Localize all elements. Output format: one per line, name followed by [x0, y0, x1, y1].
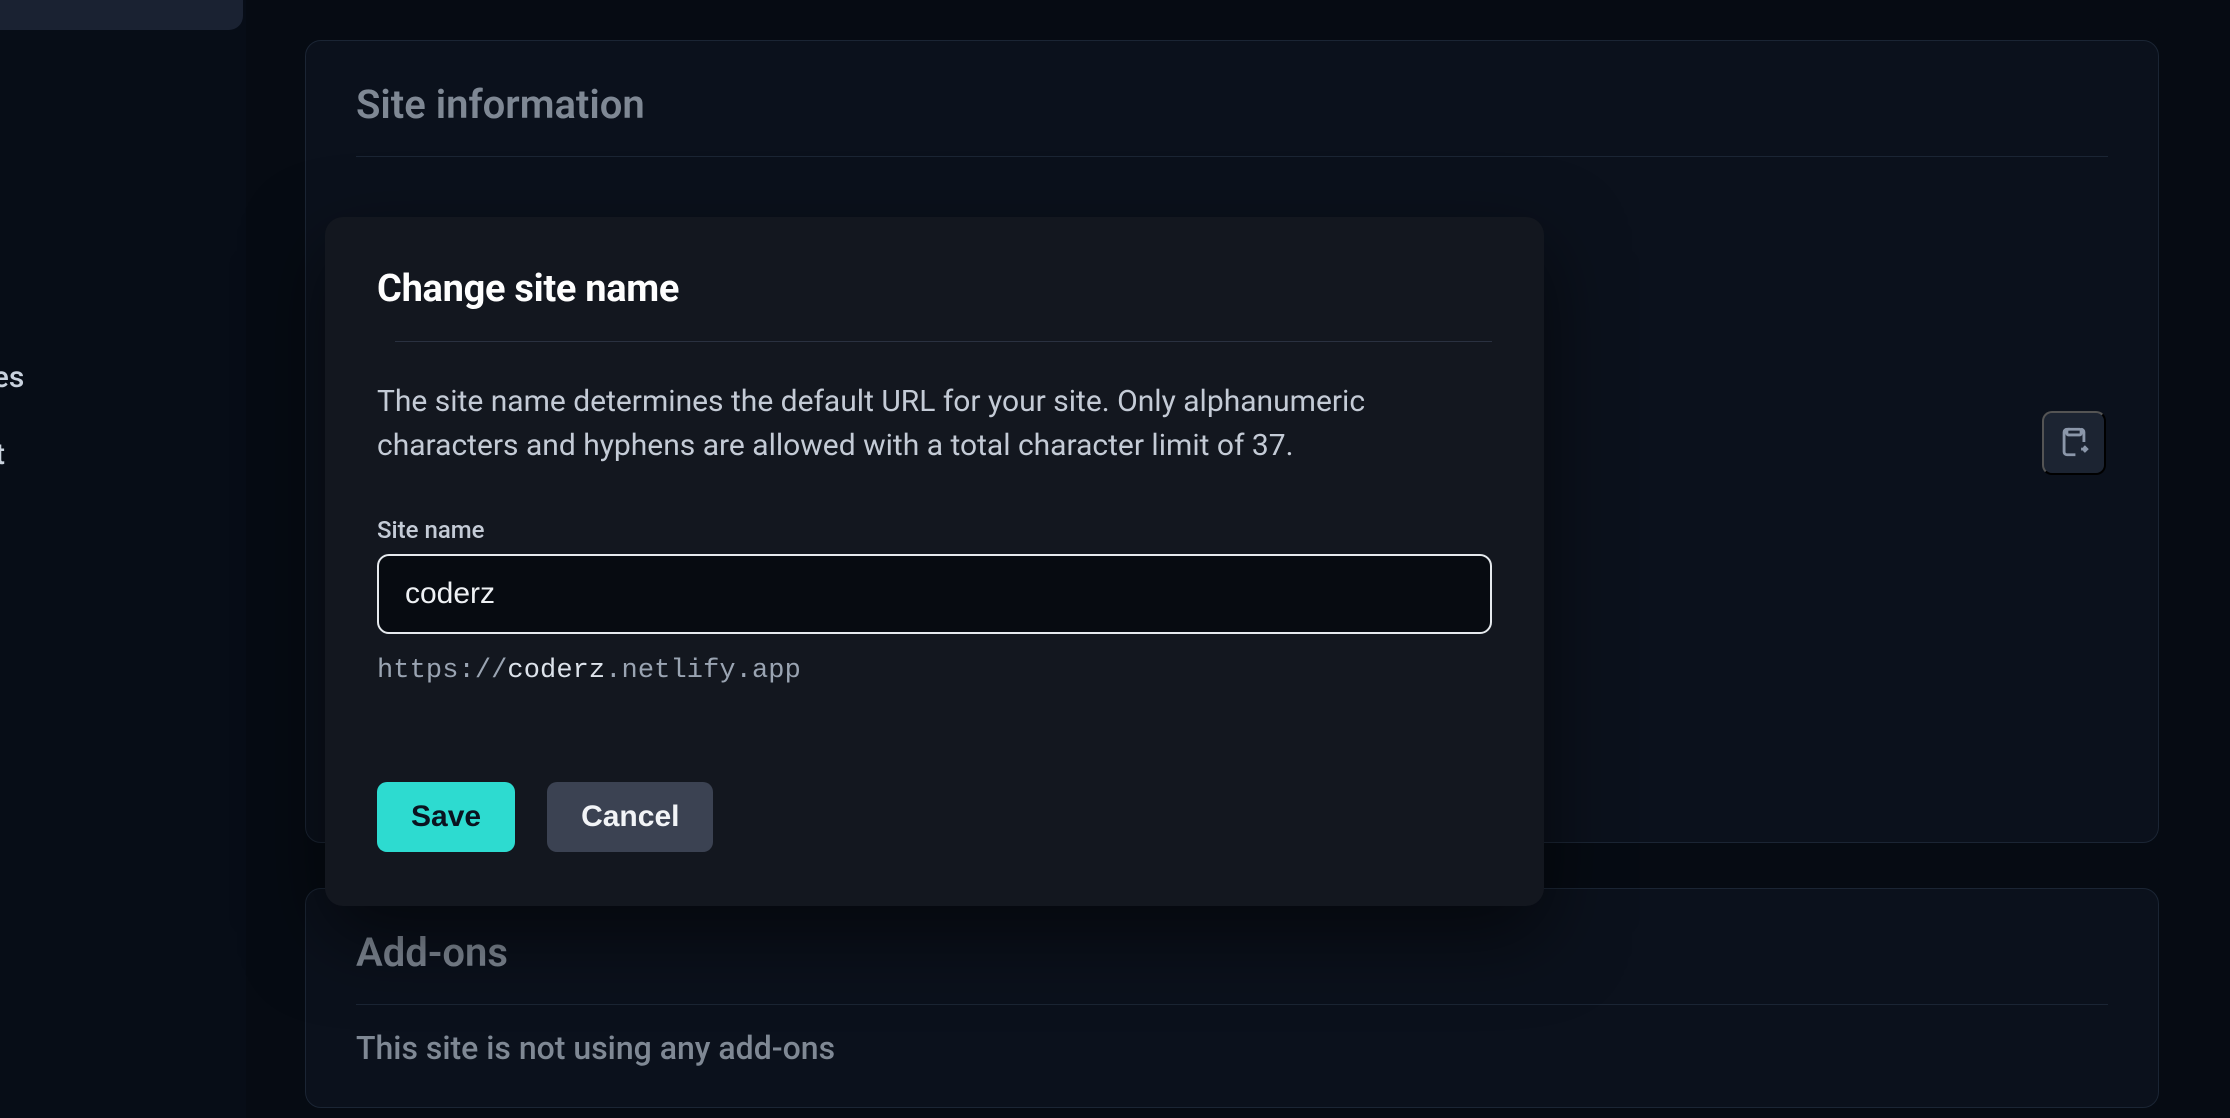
- sidebar-item-partial-3[interactable]: gement: [0, 420, 246, 489]
- sidebar-spacer: [0, 161, 246, 343]
- sidebar-item-partial-2[interactable]: variables: [0, 343, 246, 412]
- addons-empty-text: This site is not using any add-ons: [356, 1029, 2108, 1067]
- dialog-title: Change site name: [377, 267, 1492, 341]
- url-suffix: .netlify.app: [605, 656, 801, 686]
- addons-section: Add-ons This site is not using any add-o…: [305, 888, 2159, 1108]
- sidebar-item-partial-1[interactable]: s: [0, 92, 246, 161]
- clipboard-import-icon: [2057, 425, 2091, 462]
- save-button[interactable]: Save: [377, 782, 515, 852]
- site-name-input[interactable]: [377, 554, 1492, 634]
- section-title-addons: Add-ons: [356, 929, 2108, 1005]
- url-prefix: https://: [377, 656, 507, 686]
- settings-sidebar: s variables gement: [0, 0, 246, 1118]
- site-name-label: Site name: [377, 516, 1492, 544]
- app-viewport: s variables gement Site information: [0, 0, 2230, 1118]
- sidebar-link[interactable]: gement: [0, 437, 5, 472]
- sidebar-link[interactable]: variables: [0, 360, 24, 395]
- sidebar-active-indicator: [0, 0, 243, 30]
- url-site-name: coderz: [507, 656, 605, 686]
- change-site-name-dialog: Change site name The site name determine…: [325, 217, 1544, 906]
- section-title-site-info: Site information: [356, 81, 2108, 157]
- clipboard-import-button[interactable]: [2042, 411, 2106, 475]
- url-preview: https://coderz.netlify.app: [377, 652, 1492, 686]
- cancel-button[interactable]: Cancel: [547, 782, 713, 852]
- dialog-divider: [395, 341, 1492, 342]
- dialog-actions: Save Cancel: [377, 782, 1492, 852]
- dialog-description: The site name determines the default URL…: [377, 380, 1477, 468]
